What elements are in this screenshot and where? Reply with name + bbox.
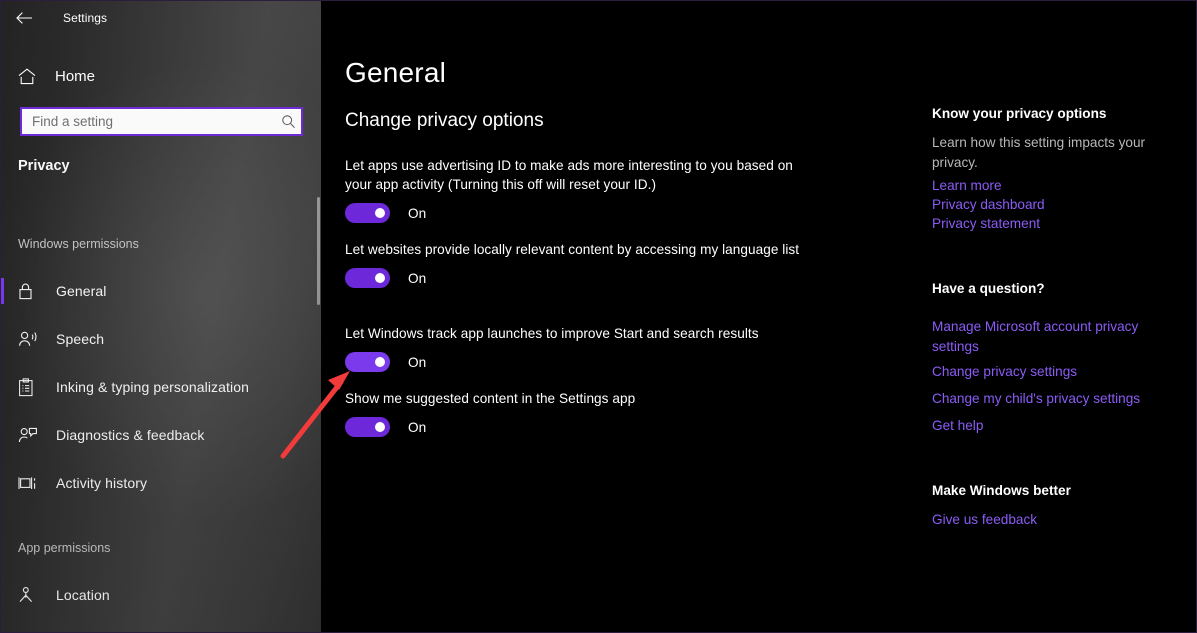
- back-arrow-icon[interactable]: [1, 2, 47, 34]
- link-learn-more[interactable]: Learn more: [932, 176, 1160, 196]
- sidebar-scrollbar[interactable]: [317, 197, 320, 305]
- setting-option: Let apps use advertising ID to make ads …: [345, 156, 803, 223]
- rail-description: Learn how this setting impacts your priv…: [932, 135, 1146, 170]
- toggle-knob: [375, 422, 385, 432]
- sidebar-item-speech-label: Speech: [56, 331, 105, 347]
- language-list-toggle[interactable]: [345, 268, 390, 288]
- setting-option-label: Let Windows track app launches to improv…: [345, 326, 759, 341]
- sidebar-item-diagnostics-label: Diagnostics & feedback: [56, 427, 205, 443]
- lock-icon: [18, 282, 42, 300]
- clipboard-icon: [18, 377, 42, 397]
- sidebar: Settings Home Privacy Windows permission…: [1, 1, 321, 632]
- link-privacy-statement[interactable]: Privacy statement: [932, 214, 1160, 234]
- advertising-id-toggle[interactable]: [345, 203, 390, 223]
- sidebar-category-title: Privacy: [18, 158, 70, 174]
- setting-toggle-row: On: [345, 203, 803, 223]
- sidebar-group-windows-permissions: Windows permissions: [18, 237, 139, 251]
- sidebar-group-app-permissions: App permissions: [18, 541, 111, 555]
- app-title: Settings: [63, 11, 108, 25]
- rail-heading-make-windows-better: Make Windows better: [932, 483, 1071, 498]
- setting-toggle-row: On: [345, 268, 803, 288]
- sidebar-item-general[interactable]: General: [1, 271, 301, 311]
- speech-person-icon: [18, 330, 42, 348]
- toggle-knob: [375, 208, 385, 218]
- right-rail: Know your privacy options Learn how this…: [932, 1, 1182, 632]
- section-title: Change privacy options: [345, 110, 544, 131]
- sidebar-item-diagnostics[interactable]: Diagnostics & feedback: [1, 415, 301, 455]
- activity-timeline-icon: [18, 475, 42, 492]
- sidebar-item-location-label: Location: [56, 587, 110, 603]
- toggle-knob: [375, 357, 385, 367]
- home-icon: [18, 67, 44, 85]
- location-pin-icon: [18, 586, 42, 604]
- setting-toggle-row: On: [345, 352, 803, 372]
- link-give-us-feedback[interactable]: Give us feedback: [932, 510, 1160, 530]
- link-privacy-dashboard[interactable]: Privacy dashboard: [932, 195, 1160, 215]
- link-get-help[interactable]: Get help: [932, 416, 1160, 436]
- sidebar-item-home-label: Home: [55, 67, 96, 85]
- sidebar-item-inking[interactable]: Inking & typing personalization: [1, 367, 301, 407]
- setting-option-label: Show me suggested content in the Setting…: [345, 391, 636, 406]
- search-box[interactable]: [20, 107, 303, 136]
- page-title: General: [345, 57, 447, 88]
- rail-heading-have-a-question: Have a question?: [932, 281, 1045, 296]
- sidebar-item-speech[interactable]: Speech: [1, 319, 301, 359]
- toggle-state-label: On: [408, 419, 427, 435]
- setting-option: Show me suggested content in the Setting…: [345, 389, 803, 437]
- sidebar-item-location[interactable]: Location: [1, 575, 301, 615]
- rail-heading-privacy-options: Know your privacy options: [932, 106, 1107, 121]
- link-change-my-childs-privacy-settings[interactable]: Change my child's privacy settings: [932, 389, 1160, 409]
- toggle-state-label: On: [408, 354, 427, 370]
- search-input[interactable]: [22, 114, 275, 129]
- setting-toggle-row: On: [345, 417, 803, 437]
- toggle-knob: [375, 273, 385, 283]
- settings-window: Settings Home Privacy Windows permission…: [0, 0, 1197, 633]
- link-manage-microsoft-account-privacy-settings[interactable]: Manage Microsoft account privacy setting…: [932, 317, 1160, 356]
- search-icon[interactable]: [275, 114, 301, 129]
- link-change-privacy-settings[interactable]: Change privacy settings: [932, 362, 1160, 382]
- toggle-state-label: On: [408, 205, 427, 221]
- setting-option-label: Let apps use advertising ID to make ads …: [345, 158, 793, 192]
- setting-option: Let websites provide locally relevant co…: [345, 240, 803, 288]
- person-feedback-icon: [18, 426, 42, 444]
- setting-option: Let Windows track app launches to improv…: [345, 324, 803, 372]
- sidebar-titlebar: Settings: [1, 1, 321, 35]
- sidebar-item-general-label: General: [56, 283, 107, 299]
- sidebar-item-activity-history[interactable]: Activity history: [1, 463, 301, 503]
- sidebar-item-activity-history-label: Activity history: [56, 475, 148, 491]
- sidebar-item-inking-label: Inking & typing personalization: [56, 379, 249, 395]
- app-launch-tracking-toggle[interactable]: [345, 352, 390, 372]
- setting-option-label: Let websites provide locally relevant co…: [345, 242, 800, 257]
- sidebar-item-home[interactable]: Home: [1, 61, 301, 91]
- toggle-state-label: On: [408, 270, 427, 286]
- suggested-content-toggle[interactable]: [345, 417, 390, 437]
